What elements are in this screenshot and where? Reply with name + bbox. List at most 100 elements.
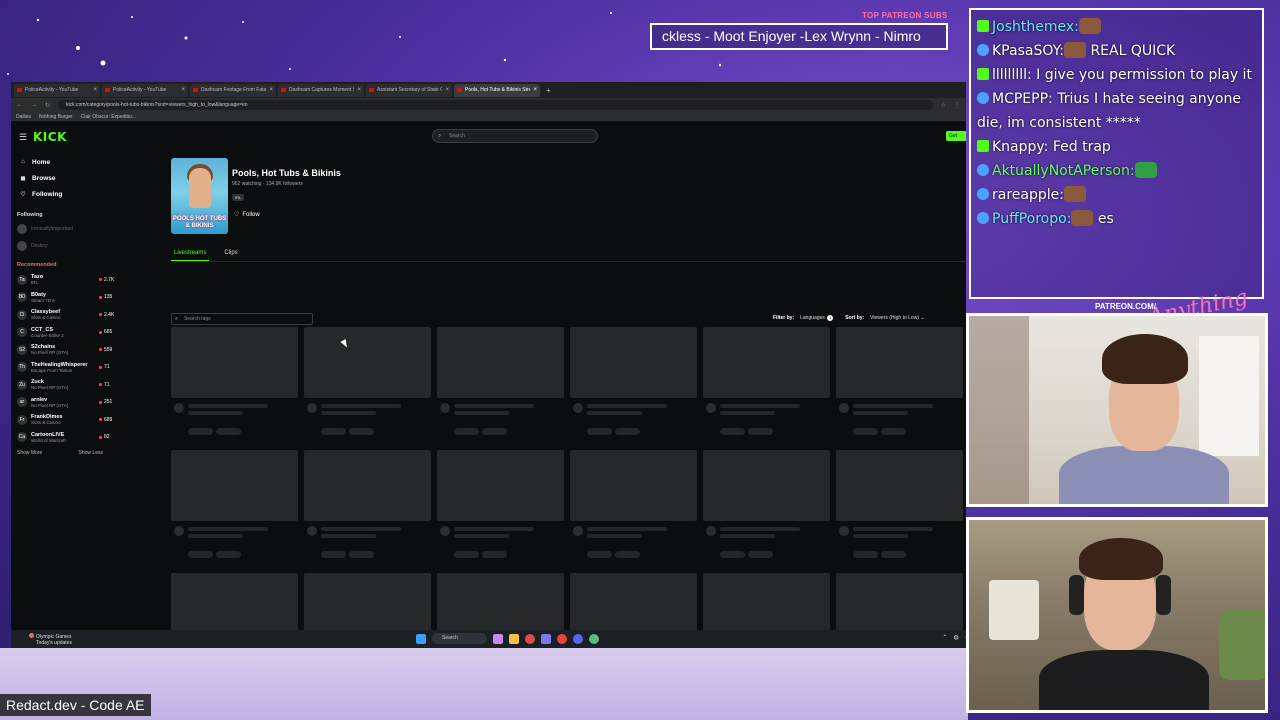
skeleton-line <box>587 428 612 435</box>
address-field[interactable]: kick.com/category/pools-hot-tubs-bikinis… <box>58 100 933 110</box>
bookmark-star-icon[interactable]: ☆ <box>941 102 946 109</box>
chrome-icon[interactable] <box>557 633 567 644</box>
stream-card-skeleton[interactable] <box>304 450 431 558</box>
bookmark-item[interactable]: Dailies <box>16 114 31 120</box>
stream-card-skeleton[interactable] <box>437 450 564 558</box>
site-search-input[interactable]: ⌕ Search <box>432 129 598 143</box>
browser-tab[interactable]: Dashcam Captures Moment S × <box>278 83 364 97</box>
stream-card-skeleton[interactable] <box>703 327 830 435</box>
app-icon[interactable] <box>541 633 551 644</box>
stream-card-skeleton[interactable] <box>570 327 697 435</box>
recommended-item[interactable]: C CCT_CS Counter-Strike 2 665 <box>11 324 121 342</box>
chat-username[interactable]: Knappy: <box>992 139 1048 155</box>
stream-card-skeleton[interactable] <box>570 450 697 558</box>
file-explorer-icon[interactable] <box>509 633 519 644</box>
recommended-item[interactable]: ar arnlev No Pixel RP (GTA) 251 <box>11 394 121 412</box>
chat-message: Knappy: Fed trap <box>977 135 1256 159</box>
back-icon[interactable]: ← <box>17 102 23 108</box>
skeleton-line <box>454 551 479 558</box>
skeleton-line <box>307 403 317 413</box>
following-heading: Following <box>17 212 43 218</box>
recommended-item[interactable]: Th TheHealingWhisperer Escape From Tarkov 7… <box>11 359 121 377</box>
recommended-item[interactable]: S2 S2chains No Pixel RP (GTA) 559 <box>11 341 121 359</box>
tray-chevron-icon[interactable]: ⌃ <box>942 634 947 641</box>
skeleton-line <box>720 527 800 531</box>
sort-dropdown[interactable]: Viewers (High to Low) ⌄ <box>870 315 924 321</box>
follow-button[interactable]: ♡ Follow <box>234 211 260 219</box>
category-tag[interactable]: IRL <box>232 194 245 201</box>
recommended-item[interactable]: Ta Tazo IRL 2.7K <box>11 271 121 289</box>
browser-tab[interactable]: Assistant Secretary of State Ch × <box>366 83 452 97</box>
kick-logo[interactable]: KICK <box>33 130 67 144</box>
recommended-item[interactable]: Ca CartoonLIVE World of Warcraft 82 <box>11 429 121 447</box>
taskbar-news-widget[interactable]: Olympic Games Today's updates <box>29 633 72 646</box>
skeleton-line <box>881 551 906 558</box>
menu-icon[interactable]: ☰ <box>19 132 27 143</box>
task-view-icon[interactable] <box>493 633 503 644</box>
obs-icon[interactable] <box>589 633 599 644</box>
skeleton-line <box>216 551 241 558</box>
stream-card-skeleton[interactable] <box>836 327 963 435</box>
tab-livestreams[interactable]: Livestreams <box>171 248 210 261</box>
taskbar-search[interactable]: Search <box>432 633 487 644</box>
windows-start-icon[interactable] <box>416 633 426 644</box>
stream-card-skeleton[interactable] <box>171 327 298 435</box>
skeleton-line <box>321 428 346 435</box>
discord-icon[interactable] <box>573 633 583 644</box>
close-icon[interactable]: × <box>533 87 537 93</box>
recommended-item[interactable]: B0 B0aty Steam TD 6 135 <box>11 289 121 307</box>
stream-card-skeleton[interactable] <box>836 450 963 558</box>
recommended-item[interactable]: Zu Zuck No Pixel RP (GTA) 71 <box>11 376 121 394</box>
browser-tab[interactable]: Dashcam Footage From Fatal S × <box>190 83 276 97</box>
get-app-button[interactable]: Get <box>946 131 966 141</box>
browser-tab[interactable]: Pools, Hot Tubs & Bikinis Strea × <box>454 83 540 97</box>
chat-username[interactable]: lllllllll: <box>992 67 1032 83</box>
stream-card-skeleton[interactable] <box>304 327 431 435</box>
close-icon[interactable]: × <box>269 87 273 93</box>
stream-card-skeleton[interactable] <box>437 327 564 435</box>
windows-taskbar: Olympic Games Today's updates Search ⌃ ◍… <box>11 630 966 648</box>
channel-game: IRL <box>31 280 39 286</box>
browser-icon[interactable] <box>525 633 535 644</box>
chat-message: rareapple: <box>977 183 1256 207</box>
avatar: Cl <box>17 309 27 320</box>
stream-card-skeleton[interactable] <box>703 450 830 558</box>
address-bar-row: ← → ↻ kick.com/category/pools-hot-tubs-b… <box>11 98 966 112</box>
browser-tab[interactable]: PoliceActivity - YouTube × <box>102 83 188 97</box>
tags-search-input[interactable]: ⌕ Search tags <box>171 313 313 325</box>
languages-filter[interactable]: Languages 1 <box>800 315 834 321</box>
bookmark-item[interactable]: Nothing Burger <box>39 114 73 120</box>
close-icon[interactable]: × <box>445 87 449 93</box>
bookmarks-bar: Dailies Nothing Burger Clair Obscur: Exped… <box>11 112 966 122</box>
reload-icon[interactable]: ↻ <box>45 102 50 109</box>
stream-thumbnail-placeholder <box>171 450 298 521</box>
sidebar-item-browse[interactable]: ◼ Browse <box>11 170 121 186</box>
chat-username[interactable]: KPasaSOY: <box>992 43 1064 59</box>
chat-username[interactable]: PuffPoropo: <box>992 211 1071 227</box>
viewer-count-value: 71 <box>104 364 110 371</box>
skeleton-line <box>188 411 243 415</box>
show-more-button[interactable]: Show More <box>17 450 42 456</box>
recommended-item[interactable]: Fr FrankDimes Slots & Casino 689 <box>11 411 121 429</box>
browser-tab[interactable]: PoliceActivity - YouTube × <box>14 83 100 97</box>
close-icon[interactable]: × <box>181 87 185 93</box>
recommended-item[interactable]: Cl Classybeef Slots & Casino 2.4K <box>11 306 121 324</box>
network-icon[interactable]: ◍ <box>953 634 958 641</box>
chat-username[interactable]: AktuallyNotAPerson: <box>992 163 1135 179</box>
new-tab-button[interactable]: + <box>542 86 555 95</box>
extensions-icon[interactable]: ⋮ <box>954 102 960 109</box>
show-less-button[interactable]: Show Less <box>79 450 103 456</box>
chat-username[interactable]: Joshthemex: <box>992 19 1079 35</box>
following-item[interactable]: Destiny <box>11 240 121 252</box>
sidebar-item-following[interactable]: ♡ Following <box>11 186 121 202</box>
stream-card-skeleton[interactable] <box>171 450 298 558</box>
bookmark-item[interactable]: Clair Obscur: Expeditio... <box>81 114 136 120</box>
forward-icon[interactable]: → <box>31 102 37 108</box>
chat-username[interactable]: rareapple: <box>992 187 1064 203</box>
chat-username[interactable]: MCPEPP: <box>992 91 1053 107</box>
sidebar-item-home[interactable]: ⌂ Home <box>11 154 121 170</box>
close-icon[interactable]: × <box>357 87 361 93</box>
tab-clips[interactable]: Clips <box>221 248 240 261</box>
close-icon[interactable]: × <box>93 87 97 93</box>
following-item[interactable]: Ironically/important <box>11 223 121 235</box>
